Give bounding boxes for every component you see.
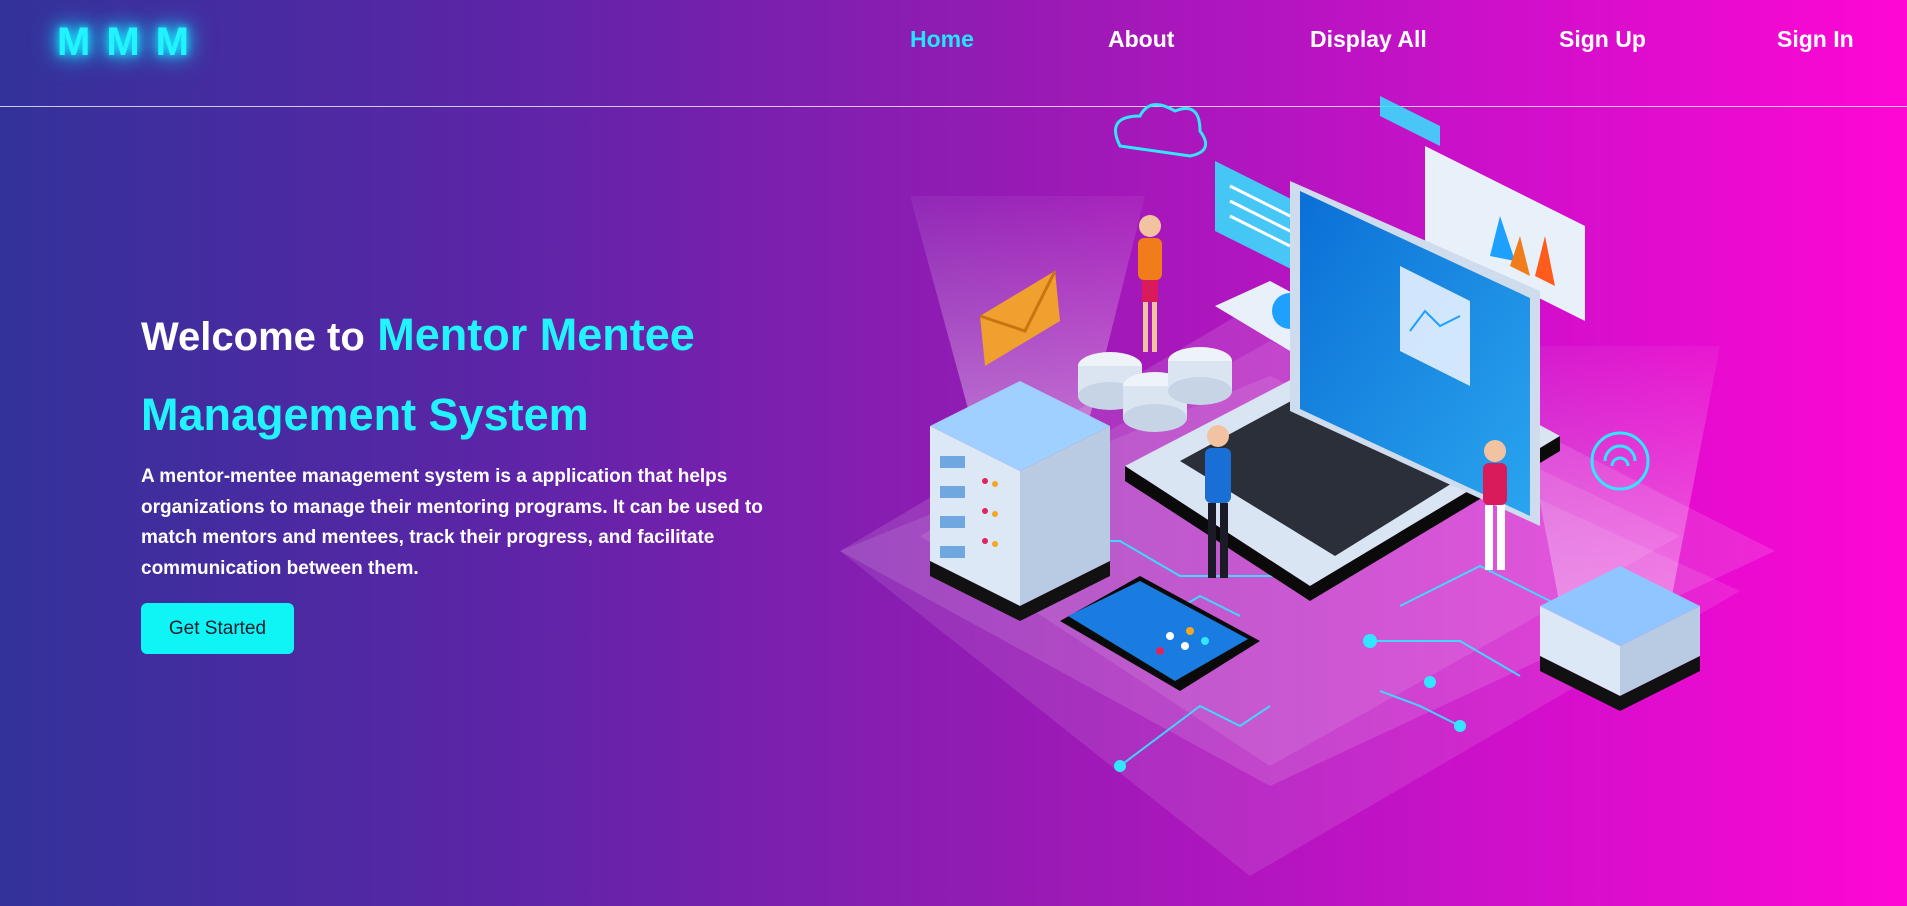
hero-title-accent-line2: Management System	[141, 389, 589, 440]
nav-display-all[interactable]: Display All	[1310, 26, 1427, 53]
floating-panel-top	[1380, 96, 1440, 146]
nav-sign-in[interactable]: Sign In	[1777, 26, 1854, 53]
hero-description: A mentor-mentee management system is a a…	[141, 466, 763, 579]
hero-title-lead: Welcome to	[141, 315, 365, 359]
get-started-button[interactable]: Get Started	[141, 603, 294, 654]
server-rack-left	[930, 381, 1110, 621]
nav-home[interactable]: Home	[910, 26, 974, 53]
hero-title-accent-line1: Mentor Mentee	[377, 309, 695, 360]
cloud-icon	[1114, 103, 1208, 158]
hero-title: Welcome to Mentor Mentee Management Syst…	[141, 296, 841, 453]
person-woman-orange	[1138, 215, 1162, 352]
brand-logo[interactable]: MMM	[57, 20, 205, 65]
hero-illustration	[840, 96, 1775, 876]
nav-sign-up[interactable]: Sign Up	[1559, 26, 1646, 53]
nav-about[interactable]: About	[1108, 26, 1174, 53]
